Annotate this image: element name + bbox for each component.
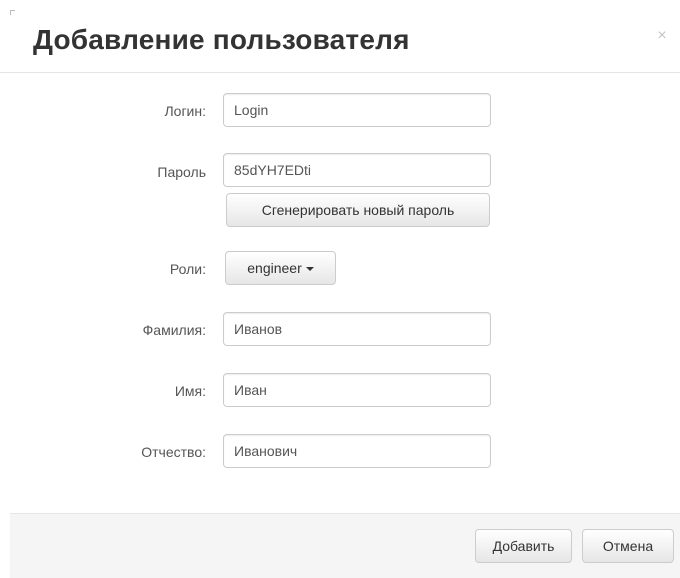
middle-name-input[interactable] xyxy=(223,434,491,468)
first-name-label: Имя: xyxy=(174,383,206,399)
generate-password-button[interactable]: Сгенерировать новый пароль xyxy=(226,193,490,227)
login-label: Логин: xyxy=(164,103,206,119)
roles-selected: engineer xyxy=(247,260,302,276)
last-name-label: Фамилия: xyxy=(142,322,206,338)
middle-name-label: Отчество: xyxy=(141,444,206,460)
last-name-input[interactable] xyxy=(223,312,491,346)
password-label: Пароль xyxy=(157,164,206,180)
add-button[interactable]: Добавить xyxy=(475,529,572,563)
dialog-title: Добавление пользователя xyxy=(33,24,410,55)
password-input[interactable] xyxy=(223,153,491,187)
close-icon[interactable]: × xyxy=(654,28,670,44)
add-user-dialog: Добавление пользователя × Логин: Пароль … xyxy=(0,0,680,578)
caret-down-icon xyxy=(305,267,314,272)
dialog-footer: Добавить Отмена xyxy=(10,513,680,578)
roles-dropdown[interactable]: engineer xyxy=(225,251,336,285)
roles-label: Роли: xyxy=(169,261,206,277)
dialog-header: Добавление пользователя × xyxy=(0,0,680,73)
cancel-button[interactable]: Отмена xyxy=(582,529,674,563)
login-input[interactable] xyxy=(223,93,491,127)
first-name-input[interactable] xyxy=(223,373,491,407)
